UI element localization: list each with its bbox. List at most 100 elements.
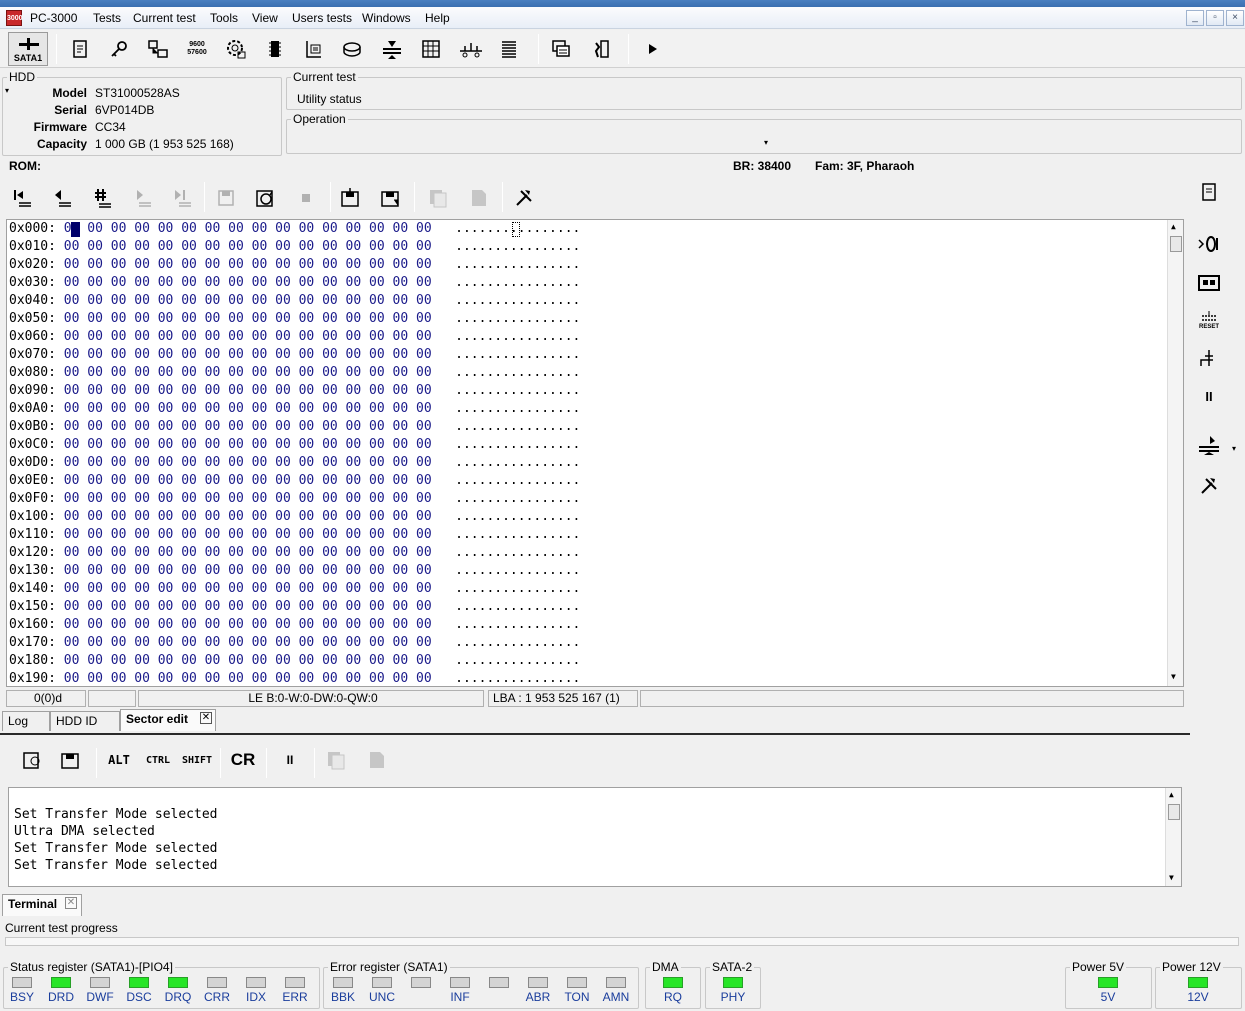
power-toggle-icon[interactable] (1195, 230, 1223, 258)
menu-current-test[interactable]: Current test (133, 11, 196, 25)
terminal-copy-icon[interactable] (322, 746, 350, 774)
hex-bytes[interactable]: 00 00 00 00 00 00 00 00 00 00 00 00 00 0… (64, 311, 432, 326)
hex-bytes[interactable]: 00 00 00 00 00 00 00 00 00 00 00 00 00 0… (64, 257, 432, 272)
hex-bytes[interactable]: 00 00 00 00 00 00 00 00 00 00 00 00 00 0… (64, 221, 432, 236)
terminal-scrollbar[interactable]: ▲ ▼ (1165, 788, 1181, 886)
hex-ascii[interactable]: ................ (455, 671, 580, 686)
goto-sector-icon[interactable] (88, 184, 116, 212)
hex-editor[interactable]: 0x000: 00 00 00 00 00 00 00 00 00 00 00 … (6, 219, 1184, 687)
menu-help[interactable]: Help (425, 11, 450, 25)
terminal-scroll-up-icon[interactable]: ▲ (1169, 790, 1174, 799)
hex-ascii[interactable]: ................ (455, 293, 580, 308)
terminal-load-icon[interactable] (18, 746, 46, 774)
hex-ascii[interactable]: ................ (455, 545, 580, 560)
tab-log[interactable]: Log (2, 711, 50, 731)
script-icon[interactable] (67, 36, 93, 62)
stop-icon[interactable] (292, 184, 320, 212)
hex-ascii[interactable]: ................ (455, 347, 580, 362)
copy-windows-icon[interactable] (548, 36, 574, 62)
hex-scrollbar[interactable]: ▲ ▼ (1167, 220, 1183, 686)
alt-button[interactable]: ALT (104, 746, 134, 774)
list-icon[interactable] (496, 36, 522, 62)
tab-terminal[interactable]: Terminal ✕ (2, 894, 82, 916)
scroll-up-icon[interactable]: ▲ (1171, 222, 1176, 231)
hex-bytes[interactable]: 00 00 00 00 00 00 00 00 00 00 00 00 00 0… (64, 419, 432, 434)
shift-button[interactable]: SHIFT (178, 746, 216, 774)
hex-ascii[interactable]: ................ (455, 455, 580, 470)
hex-ascii[interactable]: ................ (455, 581, 580, 596)
hex-bytes[interactable]: 00 00 00 00 00 00 00 00 00 00 00 00 00 0… (64, 527, 432, 542)
heads-icon[interactable] (379, 36, 405, 62)
terminal-save-icon[interactable] (56, 746, 84, 774)
baud-rate-icon[interactable]: 9600 57600 (184, 36, 210, 62)
hex-ascii[interactable]: ................ (455, 509, 580, 524)
hex-ascii[interactable]: ................ (455, 311, 580, 326)
board-icon[interactable] (1195, 269, 1223, 297)
probe-icon[interactable] (1195, 344, 1223, 372)
hex-bytes[interactable]: 00 00 00 00 00 00 00 00 00 00 00 00 00 0… (64, 581, 432, 596)
minimize-button[interactable]: _ (1186, 10, 1204, 26)
hex-ascii[interactable]: ................ (455, 617, 580, 632)
exit-icon[interactable] (587, 36, 613, 62)
save-to-file-icon[interactable] (376, 184, 404, 212)
hex-bytes[interactable]: 00 00 00 00 00 00 00 00 00 00 00 00 00 0… (64, 563, 432, 578)
hex-ascii[interactable]: ................ (455, 491, 580, 506)
cr-button[interactable]: CR (228, 746, 258, 774)
hex-ascii[interactable]: ................ (455, 653, 580, 668)
sata-port-button[interactable]: SATA1 (8, 32, 48, 66)
hex-bytes[interactable]: 00 00 00 00 00 00 00 00 00 00 00 00 00 0… (64, 365, 432, 380)
hex-bytes[interactable]: 00 00 00 00 00 00 00 00 00 00 00 00 00 0… (64, 653, 432, 668)
hex-bytes[interactable]: 00 00 00 00 00 00 00 00 00 00 00 00 00 0… (64, 329, 432, 344)
scroll-down-icon[interactable]: ▼ (1171, 672, 1176, 681)
hex-bytes[interactable]: 00 00 00 00 00 00 00 00 00 00 00 00 00 0… (64, 509, 432, 524)
hex-bytes[interactable]: 00 00 00 00 00 00 00 00 00 00 00 00 00 0… (64, 635, 432, 650)
pause-icon[interactable]: II (1195, 382, 1223, 410)
terminal-output[interactable]: Set Transfer Mode selected Ultra DMA sel… (8, 787, 1182, 887)
load-from-file-icon[interactable] (336, 184, 364, 212)
hex-bytes[interactable]: 00 00 00 00 00 00 00 00 00 00 00 00 00 0… (64, 455, 432, 470)
close-tab-icon[interactable]: ✕ (200, 712, 212, 724)
hex-ascii[interactable]: ................ (455, 437, 580, 452)
menu-tests[interactable]: Tests (93, 11, 121, 25)
first-sector-icon[interactable] (8, 184, 36, 212)
chip-icon[interactable] (262, 36, 288, 62)
last-sector-icon[interactable] (168, 184, 196, 212)
key-icon[interactable] (106, 36, 132, 62)
hex-bytes[interactable]: 00 00 00 00 00 00 00 00 00 00 00 00 00 0… (64, 347, 432, 362)
hex-bytes[interactable]: 00 00 00 00 00 00 00 00 00 00 00 00 00 0… (64, 383, 432, 398)
scroll-thumb[interactable] (1170, 236, 1182, 252)
app-icon[interactable]: 3000 (6, 10, 23, 26)
hex-bytes[interactable]: 00 00 00 00 00 00 00 00 00 00 00 00 00 0… (64, 437, 432, 452)
hex-ascii[interactable]: ................ (455, 239, 580, 254)
previous-sector-icon[interactable] (48, 184, 76, 212)
close-terminal-icon[interactable]: ✕ (65, 897, 77, 909)
hdd-id-icon[interactable] (301, 36, 327, 62)
heads-side-icon[interactable] (1195, 432, 1223, 460)
save-sector-icon[interactable] (212, 184, 240, 212)
hex-ascii[interactable]: ................ (455, 473, 580, 488)
ctrl-button[interactable]: CTRL (140, 746, 176, 774)
heads-dropdown-icon[interactable]: ▾ (1232, 444, 1236, 453)
hex-ascii[interactable]: ................ (455, 275, 580, 290)
splitter[interactable] (0, 733, 1190, 735)
hex-bytes[interactable]: 00 00 00 00 00 00 00 00 00 00 00 00 00 0… (64, 275, 432, 290)
network-icon[interactable] (457, 36, 483, 62)
tools-side-icon[interactable] (1195, 472, 1223, 500)
hex-ascii[interactable]: ................ (455, 365, 580, 380)
hex-ascii[interactable]: ................ (455, 527, 580, 542)
hex-bytes[interactable]: 00 00 00 00 00 00 00 00 00 00 00 00 00 0… (64, 671, 432, 686)
operation-dropdown-icon[interactable]: ▾ (764, 138, 768, 147)
next-sector-icon[interactable] (128, 184, 156, 212)
menu-view[interactable]: View (252, 11, 278, 25)
hex-bytes[interactable]: 00 00 00 00 00 00 00 00 00 00 00 00 00 0… (64, 473, 432, 488)
hex-bytes[interactable]: 00 00 00 00 00 00 00 00 00 00 00 00 00 0… (64, 239, 432, 254)
menu-windows[interactable]: Windows (362, 11, 411, 25)
tab-sector-edit[interactable]: Sector edit ✕ (120, 709, 216, 731)
hex-bytes[interactable]: 00 00 00 00 00 00 00 00 00 00 00 00 00 0… (64, 545, 432, 560)
hex-bytes[interactable]: 00 00 00 00 00 00 00 00 00 00 00 00 00 0… (64, 491, 432, 506)
disk-drive-icon[interactable] (340, 36, 366, 62)
hex-ascii[interactable]: ................ (455, 635, 580, 650)
gear-disk-icon[interactable] (223, 36, 249, 62)
close-window-button[interactable]: × (1226, 10, 1244, 26)
reset-icon[interactable]: RESET (1195, 306, 1223, 334)
